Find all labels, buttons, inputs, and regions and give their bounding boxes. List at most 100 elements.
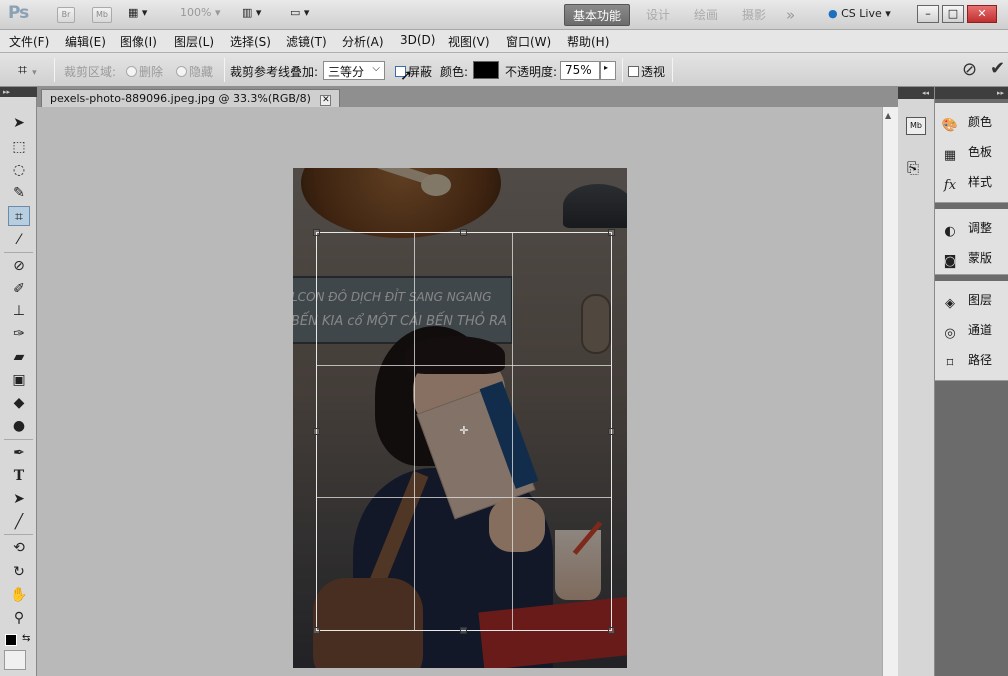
cancel-crop-icon[interactable]: ⊘ [962,59,977,80]
separator [224,58,225,82]
panel-swatches[interactable]: ▦ 色板 [941,141,992,163]
panel-color[interactable]: 🎨 颜色 [941,111,992,133]
scroll-up-icon[interactable]: ▲ [885,111,891,120]
bridge-button[interactable]: Br [57,7,75,23]
crop-rotation-center-icon[interactable]: ✛ [458,425,470,437]
history-panel-icon[interactable]: ⎘ [907,159,919,177]
history-brush-tool-icon[interactable]: ✑ [8,324,30,344]
shield-color-swatch[interactable] [473,61,499,79]
hand-tool-icon[interactable]: ✋ [8,585,30,605]
crop-handle-top-left[interactable] [313,229,320,236]
zoom-level-select[interactable]: 100% ▾ [180,6,220,24]
menu-view[interactable]: 视图(V) [448,33,490,50]
minimize-button[interactable]: – [917,5,939,23]
foreground-color-icon[interactable] [5,634,17,646]
document-tab[interactable]: pexels-photo-889096.jpeg.jpg @ 33.3%(RGB… [41,89,341,107]
crop-hide-radio[interactable]: 隐藏 [176,63,213,80]
palette-icon: 🎨 [941,118,959,133]
panel-adjustments[interactable]: ◐ 调整 [941,217,992,239]
workspace-essentials[interactable]: 基本功能 [564,4,631,26]
panel-masks[interactable]: ◙ 蒙版 [941,247,992,269]
crop-handle-top-right[interactable] [608,229,615,236]
menu-file[interactable]: 文件(F) [9,33,49,50]
menu-help[interactable]: 帮助(H) [567,33,609,50]
panel-paths[interactable]: ⌑ 路径 [941,349,992,371]
brush-tool-icon[interactable]: ✐ [8,279,30,299]
view-extras-button[interactable]: ▦ ▾ [128,6,147,24]
options-bar: ⌗ ▾ 裁剪区域: 删除 隐藏 裁剪参考线叠加: 三等分 ⌵ 屏蔽 ➚ 颜色: 不… [0,53,1008,87]
mask-icon: ◙ [943,254,957,269]
3d-orbit-tool-icon[interactable]: ↻ [8,562,30,582]
menu-window[interactable]: 窗口(W) [506,33,551,50]
perspective-checkbox[interactable]: 透视 [628,63,665,80]
menu-3d[interactable]: 3D(D) [400,33,435,47]
document-tab-bar: pexels-photo-889096.jpeg.jpg @ 33.3%(RGB… [37,87,898,107]
menu-filter[interactable]: 滤镜(T) [286,33,327,50]
line-tool-icon[interactable]: ╱ [8,512,30,532]
panel-dock: ▸▸ 🎨 颜色 ▦ 色板 fx 样式 ◐ 调整 ◙ 蒙版 ◈ 图层 ◎ 通道 ⌑ 路径 [935,87,1008,676]
checkbox-icon [628,66,639,77]
crop-handle-top-center[interactable] [460,229,467,236]
close-tab-icon[interactable]: ✕ [320,95,332,106]
arrange-documents-button[interactable]: ▥ ▾ [242,6,261,24]
menu-analysis[interactable]: 分析(A) [342,33,384,50]
panel-channels[interactable]: ◎ 通道 [941,319,992,341]
cs-live-button[interactable]: ● CS Live ▾ [828,7,891,25]
eyedropper-tool-icon[interactable]: ⁄ [8,230,30,250]
crop-handle-bottom-center[interactable] [460,627,467,634]
workspace-painting[interactable]: 绘画 [686,4,726,26]
radio-icon [126,66,137,77]
swatches-icon: ▦ [943,148,957,163]
marquee-tool-icon[interactable]: ⬚ [8,137,30,157]
panel-expand-icon[interactable]: ▸▸ [935,87,1008,99]
eraser-tool-icon[interactable]: ▰ [8,347,30,367]
workspace-design[interactable]: 设计 [638,4,678,26]
menu-edit[interactable]: 编辑(E) [65,33,106,50]
type-tool-icon[interactable]: T [8,466,30,486]
crop-delete-radio[interactable]: 删除 [126,63,163,80]
menu-image[interactable]: 图像(I) [120,33,157,50]
path-selection-tool-icon[interactable]: ➤ [8,489,30,509]
gradient-tool-icon[interactable]: ▣ [8,370,30,390]
dodge-tool-icon[interactable]: ● [8,416,30,436]
mini-bridge-button[interactable]: Mb [92,7,112,23]
radio-icon [176,66,187,77]
panel-layers[interactable]: ◈ 图层 [941,289,992,311]
healing-brush-tool-icon[interactable]: ⊘ [8,256,30,276]
crop-handle-bottom-left[interactable] [313,627,320,634]
chevron-down-icon: ⌵ [372,63,380,74]
zoom-tool-icon[interactable]: ⚲ [8,608,30,628]
quick-selection-tool-icon[interactable]: ✎ [8,183,30,203]
swap-colors-icon[interactable]: ⇆ [22,633,30,644]
lasso-tool-icon[interactable]: ◌ [8,160,30,180]
maximize-button[interactable]: □ [942,5,964,23]
menu-select[interactable]: 选择(S) [230,33,271,50]
opacity-input[interactable]: 75% [560,61,600,80]
pen-tool-icon[interactable]: ✒ [8,443,30,463]
toolbox-collapse-icon[interactable]: ▸▸ [0,87,37,97]
mini-bridge-panel-icon[interactable]: Mb [906,117,926,135]
3d-rotate-tool-icon[interactable]: ⟲ [8,538,30,558]
crop-handle-middle-right[interactable] [608,428,615,435]
move-tool-icon[interactable]: ➤ [8,113,30,133]
menu-layer[interactable]: 图层(L) [174,33,214,50]
close-window-button[interactable]: ✕ [967,5,997,23]
overlay-select[interactable]: 三等分 ⌵ [323,61,385,80]
more-workspaces-button[interactable]: » [778,4,803,26]
dock-collapse-icon[interactable]: ◂◂ [898,87,934,99]
workspace-photography[interactable]: 摄影 [734,4,774,26]
divider [4,252,33,253]
mouse-cursor-icon: ➚ [400,66,413,84]
panel-styles[interactable]: fx 样式 [941,171,992,193]
crop-tool-icon[interactable]: ⌗ [8,206,30,226]
opacity-slider-arrow[interactable]: ▸ [600,61,616,80]
quick-mask-icon[interactable] [4,650,26,670]
screen-mode-button[interactable]: ▭ ▾ [290,6,309,24]
crop-handle-middle-left[interactable] [313,428,320,435]
vertical-scrollbar[interactable]: ▲ [882,107,898,676]
blur-tool-icon[interactable]: ◆ [8,393,30,413]
clone-stamp-tool-icon[interactable]: ⊥ [8,301,30,321]
crop-handle-bottom-right[interactable] [608,627,615,634]
commit-crop-icon[interactable]: ✔ [990,58,1005,79]
crop-tool-preset-icon[interactable]: ⌗ ▾ [18,60,37,80]
